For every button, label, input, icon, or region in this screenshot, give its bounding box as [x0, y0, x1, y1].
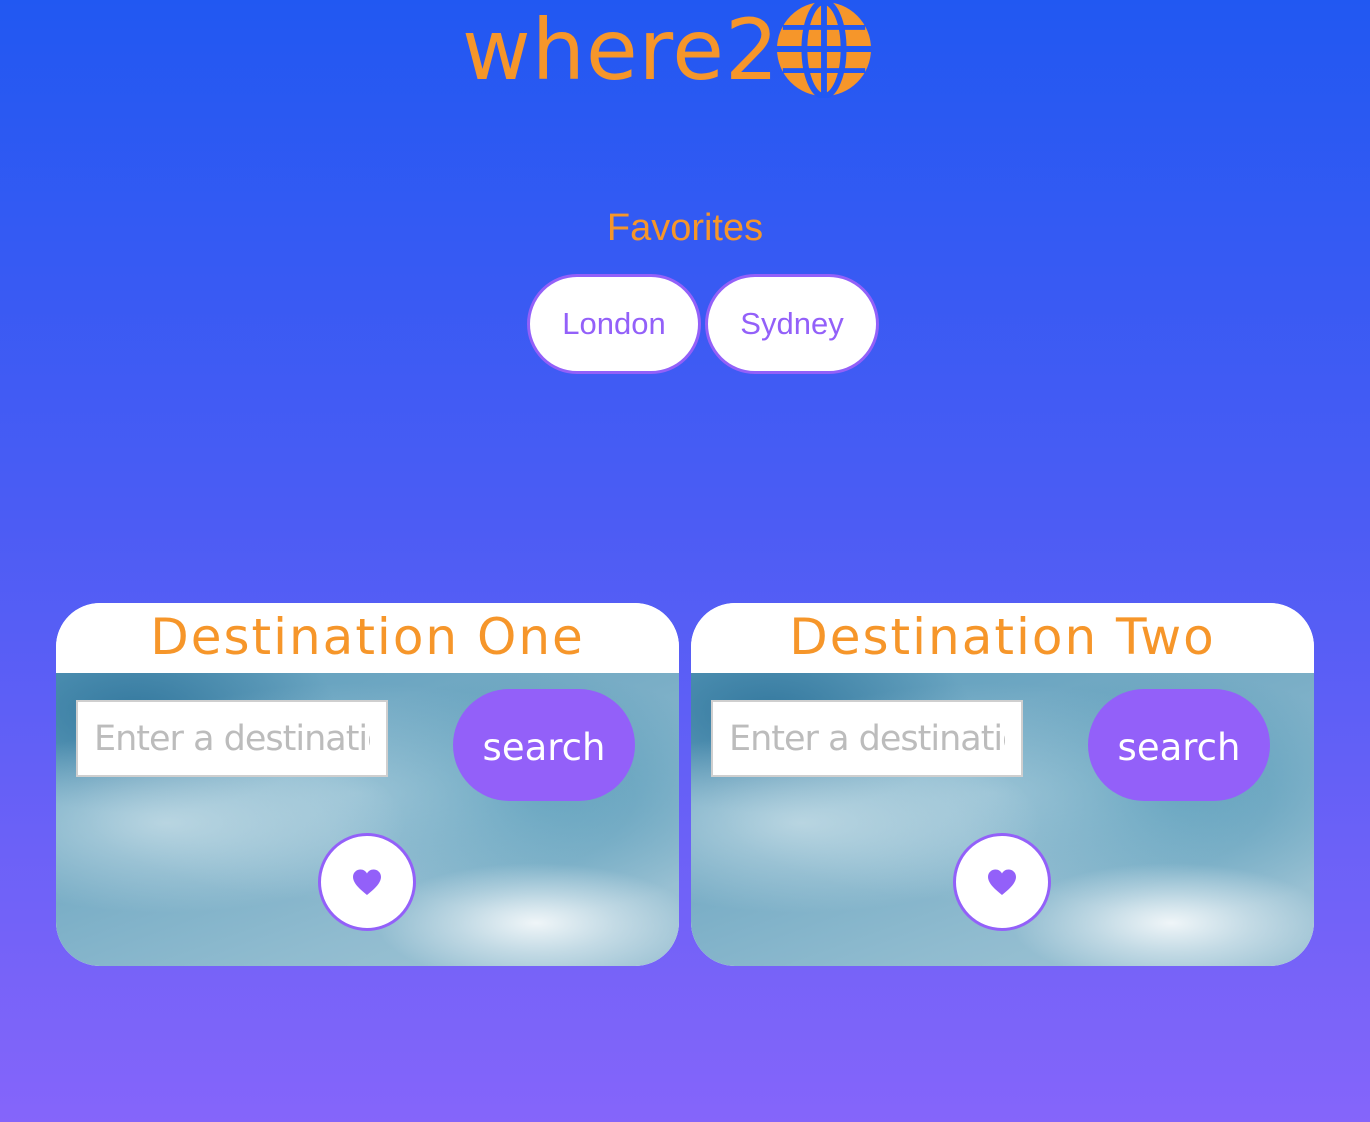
destination-one-input[interactable] [76, 700, 388, 777]
destination-one-card: Destination One search [56, 603, 679, 966]
destination-two-input[interactable] [711, 700, 1023, 777]
destination-two-card: Destination Two search [691, 603, 1314, 966]
destination-two-title: Destination Two [691, 603, 1314, 673]
destination-one-title: Destination One [56, 603, 679, 673]
destination-two-favorite-button[interactable] [953, 833, 1051, 931]
favorites-title: Favorites [606, 207, 764, 249]
heart-icon [353, 869, 381, 895]
favorite-sydney-button[interactable]: Sydney [705, 274, 879, 374]
favorite-london-button[interactable]: London [527, 274, 701, 374]
destination-two-search-button[interactable]: search [1088, 689, 1270, 801]
destination-one-favorite-button[interactable] [318, 833, 416, 931]
logo-text: where2 [462, 1, 780, 99]
destination-one-search-button[interactable]: search [453, 689, 635, 801]
logo[interactable]: where2 [462, 0, 873, 104]
globe-icon [777, 0, 872, 98]
destination-two-sky-background: search [691, 673, 1314, 966]
destination-one-sky-background: search [56, 673, 679, 966]
heart-icon [988, 869, 1016, 895]
favorites-list: London Sydney [527, 274, 879, 374]
